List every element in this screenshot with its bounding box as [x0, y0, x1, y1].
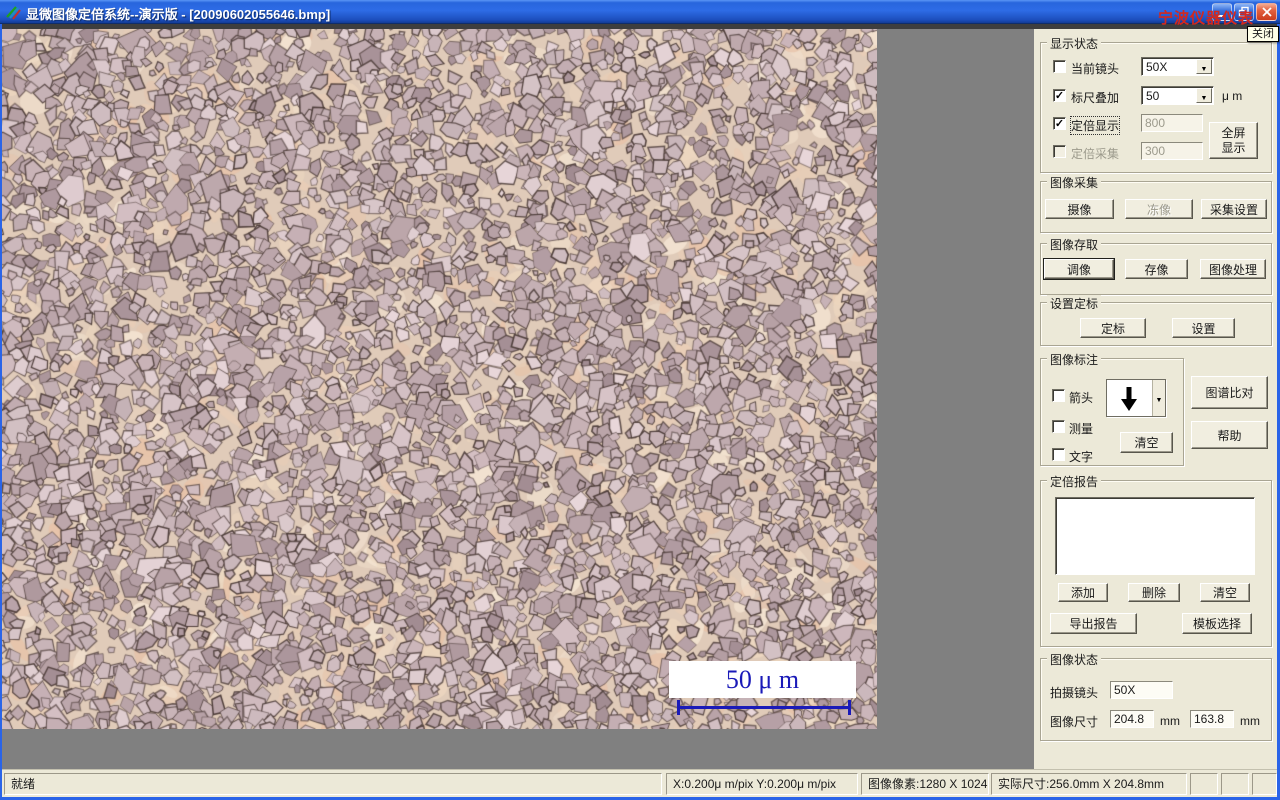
help-button[interactable]: 帮助 [1191, 421, 1268, 449]
window-border-left [0, 24, 2, 797]
group-title: 图像状态 [1047, 651, 1102, 668]
ruler-unit-label: μ m [1222, 89, 1243, 103]
current-lens-value: 50X [1146, 60, 1168, 74]
vendor-watermark: 宁波仪器仪表 [1158, 10, 1255, 27]
fixed-display-checkbox[interactable] [1053, 117, 1066, 130]
text-label[interactable]: 文字 [1069, 448, 1093, 465]
status-actual-size: 实际尺寸:256.0mm X 204.8mm [991, 773, 1187, 795]
status-image-pixels: 图像像素:1280 X 1024 [861, 773, 989, 795]
report-clear-button[interactable]: 清空 [1200, 583, 1250, 602]
lens-label: 拍摄镜头 [1050, 686, 1099, 700]
ruler-overlay-checkbox[interactable] [1053, 89, 1066, 102]
window-title: 显微图像定倍系统--演示版 - [20090602055646.bmp] [26, 7, 331, 22]
arrow-checkbox[interactable] [1052, 389, 1065, 402]
report-delete-button[interactable]: 删除 [1128, 583, 1180, 602]
save-image-button[interactable]: 存像 [1125, 259, 1188, 279]
scale-bar-tick-right [848, 700, 851, 715]
fixed-display-input [1141, 114, 1203, 132]
report-add-button[interactable]: 添加 [1058, 583, 1108, 602]
lens-value-field[interactable] [1110, 681, 1173, 699]
status-spare-1 [1190, 773, 1218, 795]
app-window: 显微图像定倍系统--演示版 - [20090602055646.bmp] 宁波仪… [0, 0, 1280, 800]
report-list[interactable] [1055, 497, 1255, 575]
current-lens-checkbox[interactable] [1053, 60, 1066, 73]
ruler-overlay-label[interactable]: 标尺叠加 [1071, 89, 1119, 106]
close-icon [1261, 7, 1272, 17]
width-unit-label: mm [1160, 714, 1180, 728]
status-ready: 就绪 [4, 773, 662, 795]
current-lens-label[interactable]: 当前镜头 [1071, 60, 1119, 77]
text-checkbox[interactable] [1052, 448, 1065, 461]
export-report-button[interactable]: 导出报告 [1050, 613, 1137, 634]
scale-bar-tick-left [677, 700, 680, 715]
annotation-clear-button[interactable]: 清空 [1120, 432, 1173, 453]
close-button[interactable] [1256, 3, 1277, 21]
image-height-field[interactable] [1190, 710, 1234, 728]
image-process-button[interactable]: 图像处理 [1200, 259, 1266, 279]
shoot-button[interactable]: 摄像 [1045, 199, 1114, 219]
freeze-button: 冻像 [1125, 199, 1193, 219]
arrow-style-picker[interactable] [1106, 379, 1166, 417]
status-pixel-scale: X:0.200μ m/pix Y:0.200μ m/pix [666, 773, 858, 795]
group-title: 显示状态 [1047, 35, 1102, 52]
image-size-label: 图像尺寸 [1050, 715, 1099, 729]
group-calibration: 设置 定标 [1040, 295, 1272, 346]
micrograph-viewport[interactable]: 50 μ m [2, 29, 877, 729]
status-spare-2 [1221, 773, 1249, 795]
down-arrow-icon [1121, 387, 1137, 411]
group-title: 图像标注 [1047, 351, 1102, 368]
measure-checkbox[interactable] [1052, 420, 1065, 433]
image-width-field[interactable] [1110, 710, 1154, 728]
close-tooltip: 关闭 [1247, 26, 1279, 42]
group-title: 图像存取 [1047, 236, 1102, 253]
measure-label[interactable]: 测量 [1069, 420, 1093, 437]
fullscreen-button[interactable]: 全屏 显示 [1209, 122, 1258, 159]
capture-settings-button[interactable]: 采集设置 [1201, 199, 1267, 219]
chevron-down-icon[interactable] [1196, 88, 1212, 103]
fixed-capture-label: 定倍采集 [1071, 147, 1120, 161]
fullscreen-line1: 全屏 [1221, 125, 1246, 140]
chevron-down-icon[interactable] [1152, 380, 1165, 416]
micrograph-image[interactable] [2, 29, 877, 729]
scale-bar-label: 50 μ m [669, 661, 856, 698]
template-select-button[interactable]: 模板选择 [1182, 613, 1252, 634]
arrow-label[interactable]: 箭头 [1069, 389, 1093, 406]
height-unit-label: mm [1240, 714, 1260, 728]
title-bar: 显微图像定倍系统--演示版 - [20090602055646.bmp] [0, 0, 1280, 24]
fixed-display-label[interactable]: 定倍显示 [1069, 116, 1121, 135]
atlas-compare-button[interactable]: 图谱比对 [1191, 376, 1268, 409]
ruler-value: 50 [1146, 89, 1160, 103]
fixed-capture-checkbox [1053, 145, 1066, 158]
app-logo-icon [6, 6, 21, 20]
ruler-value-combo[interactable]: 50 [1141, 86, 1214, 105]
chevron-down-icon[interactable] [1196, 59, 1212, 74]
load-image-button[interactable]: 调像 [1043, 258, 1115, 280]
status-spare-3 [1252, 773, 1277, 795]
group-title: 图像采集 [1047, 174, 1102, 191]
fixed-capture-input [1141, 142, 1203, 160]
current-lens-combo[interactable]: 50X [1141, 57, 1214, 76]
scale-bar-line [677, 706, 851, 709]
group-title: 定倍报告 [1047, 473, 1102, 490]
calibrate-button[interactable]: 定标 [1080, 318, 1146, 338]
calibration-setup-button[interactable]: 设置 [1172, 318, 1235, 338]
group-title: 设置定标 [1047, 295, 1102, 312]
fullscreen-line2: 显示 [1221, 140, 1246, 155]
status-bar: 就绪 X:0.200μ m/pix Y:0.200μ m/pix 图像像素:12… [2, 769, 1277, 797]
